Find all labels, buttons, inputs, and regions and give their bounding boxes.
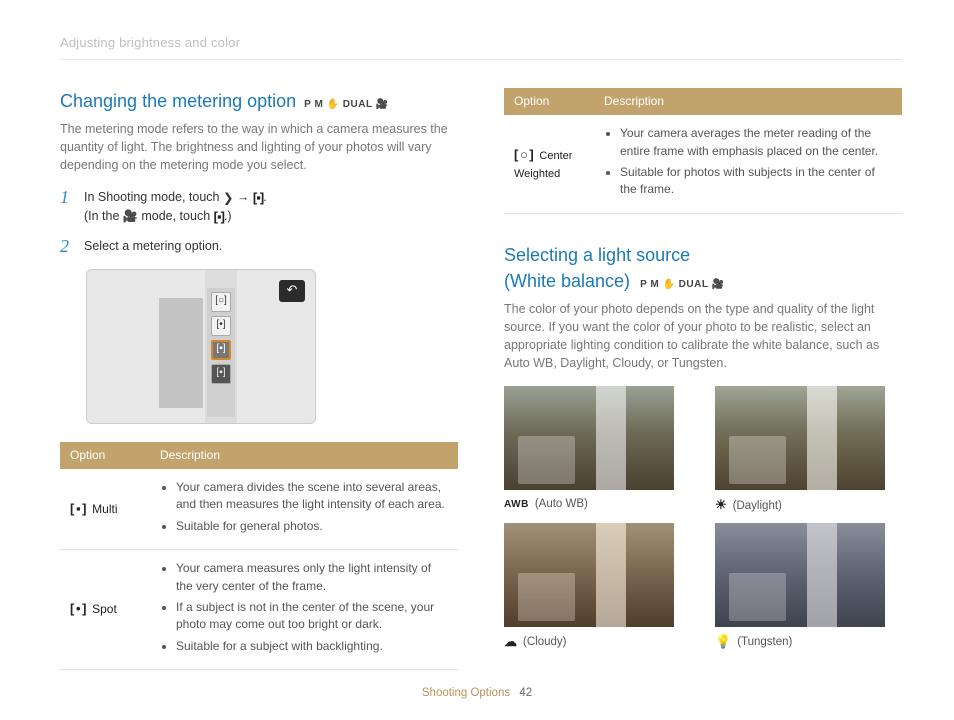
metering-center-icon: [ ○ ] xyxy=(514,147,533,162)
option-cell: [ • ] Spot xyxy=(60,550,150,670)
step-2: 2 Select a metering option. xyxy=(60,237,458,255)
step-1-line2-b: mode, touch xyxy=(138,209,214,223)
table-header-description: Description xyxy=(594,88,902,115)
left-column: Changing the metering option P M ✋ DUAL … xyxy=(60,88,458,670)
divider xyxy=(60,59,902,60)
step-1-part-b: . xyxy=(263,190,266,204)
table-row: [ ○ ] CenterWeighted Your camera average… xyxy=(504,115,902,213)
steps-list: 1 In Shooting mode, touch ❯ → [▪]. (In t… xyxy=(60,188,458,254)
metering-table-cont: Option Description [ ○ ] CenterWeighted … xyxy=(504,88,902,214)
footer-section: Shooting Options xyxy=(422,687,510,699)
description-cell: Your camera measures only the light inte… xyxy=(150,550,458,670)
wb-label-text: (Daylight) xyxy=(733,498,782,515)
step-1-line2-a: (In the xyxy=(84,209,123,223)
wb-label: ☀ (Daylight) xyxy=(715,496,902,515)
heading-metering: Changing the metering option P M ✋ DUAL … xyxy=(60,88,458,114)
arrow-text: → xyxy=(233,190,252,204)
metering-multi-icon: [ ▪ ] xyxy=(70,501,86,516)
bullet: Suitable for a subject with backlighting… xyxy=(176,638,448,655)
wb-example-cloudy: ☁ (Cloudy) xyxy=(504,523,691,652)
metering-option-icon: [▪] xyxy=(211,364,231,384)
ui-screenshot: ↶ [○] [•] [▪] [▪] xyxy=(86,269,316,424)
wb-label-text: (Tungsten) xyxy=(737,634,792,651)
wb-thumb xyxy=(715,523,885,627)
step-1: 1 In Shooting mode, touch ❯ → [▪]. (In t… xyxy=(60,188,458,226)
back-icon: ↶ xyxy=(279,280,305,302)
step-number: 2 xyxy=(60,237,74,255)
metering-option-icon: [▪] xyxy=(211,340,231,360)
metering-option-icon: [○] xyxy=(211,292,231,312)
content-columns: Changing the metering option P M ✋ DUAL … xyxy=(60,88,902,670)
page-footer: Shooting Options 42 xyxy=(0,685,954,702)
option-cell: [ ○ ] CenterWeighted xyxy=(504,115,594,213)
wb-example-tungsten: 💡 (Tungsten) xyxy=(715,523,902,652)
wb-thumb xyxy=(504,523,674,627)
option-cell: [ ▪ ] Multi xyxy=(60,469,150,550)
bullet: Your camera averages the meter reading o… xyxy=(620,125,892,160)
step-1-part-a: In Shooting mode, touch xyxy=(84,190,223,204)
step-number: 1 xyxy=(60,188,74,226)
bullet: Suitable for general photos. xyxy=(176,518,448,535)
table-header-description: Description xyxy=(150,442,458,469)
metering-option-icon: [•] xyxy=(211,316,231,336)
table-header-option: Option xyxy=(60,442,150,469)
bullet: Suitable for photos with subjects in the… xyxy=(620,164,892,199)
table-header-option: Option xyxy=(504,88,594,115)
step-1-text: In Shooting mode, touch ❯ → [▪]. (In the… xyxy=(84,188,267,226)
wb-intro: The color of your photo depends on the t… xyxy=(504,300,902,373)
metering-intro: The metering mode refers to the way in w… xyxy=(60,120,458,174)
breadcrumb: Adjusting brightness and color xyxy=(60,34,902,53)
metering-multi-icon: [▪] xyxy=(214,208,224,227)
wb-thumb xyxy=(715,386,885,490)
wb-example-awb: AWB (Auto WB) xyxy=(504,386,691,515)
table-row: [ • ] Spot Your camera measures only the… xyxy=(60,550,458,670)
wb-example-daylight: ☀ (Daylight) xyxy=(715,386,902,515)
table-row: [ ▪ ] Multi Your camera divides the scen… xyxy=(60,469,458,550)
heading-text-line2: (White balance) xyxy=(504,271,630,291)
option-name: Multi xyxy=(92,502,117,516)
wb-label-text: (Auto WB) xyxy=(535,496,588,513)
step-1-line2-c: .) xyxy=(224,209,232,223)
bullet: If a subject is not in the center of the… xyxy=(176,599,448,634)
metering-multi-icon: [▪] xyxy=(253,189,263,208)
bulb-icon: 💡 xyxy=(715,633,731,652)
wb-label: ☁ (Cloudy) xyxy=(504,633,691,652)
mode-icons: P M ✋ DUAL 🎥 xyxy=(304,98,388,113)
bullet: Your camera divides the scene into sever… xyxy=(176,479,448,514)
bullet: Your camera measures only the light inte… xyxy=(176,560,448,595)
page-number: 42 xyxy=(519,687,532,699)
wb-label-text: (Cloudy) xyxy=(523,634,566,651)
heading-text-line1: Selecting a light source xyxy=(504,245,690,265)
step-2-text: Select a metering option. xyxy=(84,237,222,255)
wb-thumb xyxy=(504,386,674,490)
metering-options-strip: [○] [•] [▪] [▪] xyxy=(207,288,235,417)
wb-label: 💡 (Tungsten) xyxy=(715,633,902,652)
right-column: Option Description [ ○ ] CenterWeighted … xyxy=(504,88,902,670)
sun-icon: ☀ xyxy=(715,496,727,515)
chevron-right-icon: ❯ xyxy=(223,189,233,207)
heading-whitebalance: Selecting a light source (White balance)… xyxy=(504,242,902,294)
awb-icon: AWB xyxy=(504,498,529,513)
description-cell: Your camera divides the scene into sever… xyxy=(150,469,458,550)
video-mode-icon: 🎥 xyxy=(123,208,138,225)
heading-text: Changing the metering option xyxy=(60,88,296,114)
metering-spot-icon: [ • ] xyxy=(70,601,85,616)
cloud-icon: ☁ xyxy=(504,633,517,652)
description-cell: Your camera averages the meter reading o… xyxy=(594,115,902,213)
option-name: Spot xyxy=(92,602,117,616)
mode-icons: P M ✋ DUAL 🎥 xyxy=(640,278,724,293)
wb-examples-grid: AWB (Auto WB) ☀ (Daylight) ☁ (Cloudy) xyxy=(504,386,902,652)
metering-table: Option Description [ ▪ ] Multi Your came… xyxy=(60,442,458,671)
wb-label: AWB (Auto WB) xyxy=(504,496,691,513)
